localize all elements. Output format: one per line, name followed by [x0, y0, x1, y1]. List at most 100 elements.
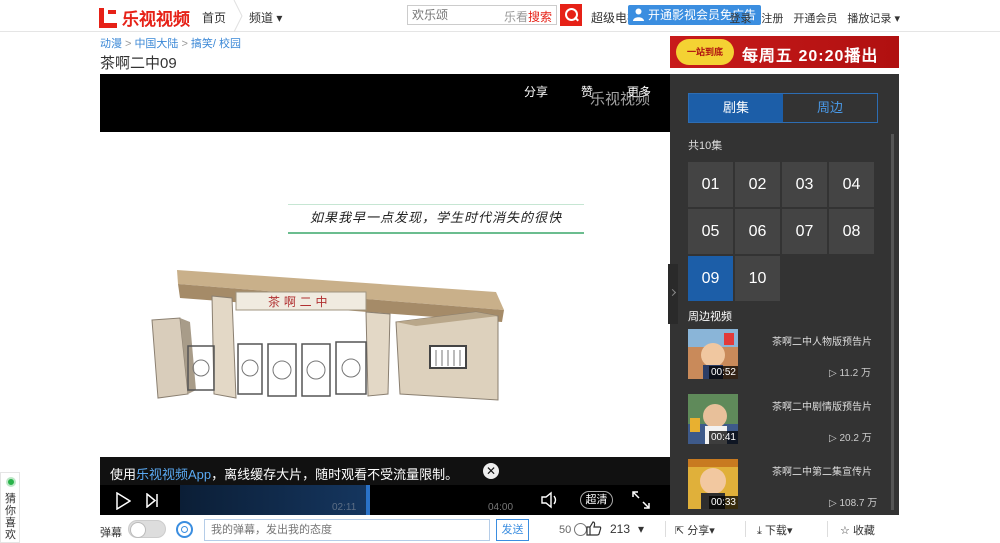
- open-vip-link[interactable]: 开通会员: [793, 10, 837, 26]
- promo-suffix: ，离线缓存大片，随时观看不受流量限制。: [211, 467, 459, 482]
- quality-button[interactable]: 超清: [580, 491, 613, 509]
- episode-button[interactable]: 05: [688, 209, 733, 254]
- episode-button-active[interactable]: 09: [688, 256, 733, 301]
- panel-collapse-button[interactable]: [668, 264, 678, 324]
- like-count: 213: [610, 521, 631, 536]
- video-thumbnail[interactable]: 00:41: [688, 394, 738, 444]
- video-player[interactable]: 分享 赞 更多 乐视视频 如果我早一点发现，学生时代消失的很快 茶 啊 二 中: [100, 74, 670, 515]
- danmu-send-button[interactable]: 发送: [496, 519, 529, 541]
- user-icon: [633, 8, 644, 21]
- video-views: ▷ 20.2 万: [829, 433, 872, 444]
- search-hot-hint[interactable]: 乐看搜索: [504, 8, 552, 25]
- top-links: 登录 注册 开通会员 播放记录 ▾: [729, 10, 900, 26]
- search-input[interactable]: [408, 6, 498, 24]
- tab-episodes[interactable]: 剧集: [689, 94, 783, 122]
- breadcrumb-separator: >: [181, 38, 188, 50]
- promo-app-link[interactable]: 乐视视频App: [136, 467, 211, 482]
- player-controls: 02:11 04:00 超清: [100, 485, 670, 515]
- gear-icon[interactable]: [176, 521, 193, 538]
- danmu-input[interactable]: [205, 520, 445, 540]
- logo-text: 乐视视频: [122, 10, 190, 29]
- episode-button[interactable]: 04: [829, 162, 874, 207]
- video-thumbnail[interactable]: 00:33: [688, 459, 738, 509]
- site-logo[interactable]: 乐视视频: [99, 5, 190, 30]
- breadcrumb-item[interactable]: 搞笑/ 校园: [191, 38, 241, 50]
- video-duration: 00:33: [708, 496, 738, 509]
- tab-nearby[interactable]: 周边: [783, 94, 877, 122]
- danmu-toggle[interactable]: [128, 520, 166, 538]
- history-menu[interactable]: 播放记录 ▾: [847, 10, 900, 26]
- share-icon: ⇱: [675, 525, 685, 537]
- video-title[interactable]: 茶啊二中人物版预告片: [772, 333, 872, 348]
- ad-banner[interactable]: 一站到底 每周五 20:20播出: [670, 36, 899, 68]
- video-thumbnail[interactable]: 00:52: [688, 329, 738, 379]
- danmu-label: 弹幕: [100, 527, 122, 539]
- breadcrumb-item[interactable]: 中国大陆: [134, 38, 178, 50]
- next-episode-button[interactable]: [146, 493, 159, 508]
- like-button[interactable]: 213 ▾: [586, 521, 644, 536]
- thumbs-up-icon: [586, 521, 602, 536]
- episode-button[interactable]: 10: [735, 256, 780, 301]
- close-icon[interactable]: ✕: [483, 463, 499, 479]
- chevron-down-icon: ▾: [276, 11, 283, 25]
- video-title[interactable]: 茶啊二中剧情版预告片: [772, 398, 872, 413]
- chevron-down-icon: ▾: [709, 525, 715, 537]
- history-label: 播放记录: [847, 13, 892, 25]
- side-tabs: 剧集 周边: [688, 93, 878, 123]
- side-panel-scrollbar[interactable]: [891, 134, 894, 510]
- episode-button[interactable]: 02: [735, 162, 780, 207]
- nav-channel-label: 频道: [249, 11, 274, 25]
- ad-text: 每周五 20:20播出: [742, 48, 879, 65]
- skip-next-icon: [146, 493, 158, 508]
- guess-you-like-widget[interactable]: 猜你喜欢: [0, 472, 20, 543]
- favorite-button[interactable]: ☆ 收藏: [840, 522, 875, 538]
- video-title[interactable]: 茶啊二中第二集宣传片: [772, 463, 872, 478]
- fullscreen-button[interactable]: [632, 491, 650, 509]
- divider: [665, 521, 666, 537]
- nav-separator-icon: [233, 0, 243, 32]
- episode-button[interactable]: 03: [782, 162, 827, 207]
- login-link[interactable]: 登录: [729, 10, 751, 26]
- video-views: ▷ 11.2 万: [829, 368, 871, 379]
- list-item[interactable]: 00:52 茶啊二中人物版预告片 ▷ 11.2 万: [688, 329, 888, 394]
- search-button[interactable]: [560, 4, 582, 26]
- divider: [827, 521, 828, 537]
- volume-button[interactable]: [541, 491, 561, 509]
- episode-button[interactable]: 08: [829, 209, 874, 254]
- video-views: ▷ 108.7 万: [829, 498, 878, 509]
- video-duration: 00:41: [708, 431, 738, 444]
- nav-channel-menu[interactable]: 频道 ▾: [249, 9, 282, 26]
- time-current: 02:11: [332, 502, 357, 513]
- breadcrumb: 动漫 > 中国大陆 > 搞笑/ 校园: [100, 35, 241, 51]
- chevron-down-icon: ▾: [786, 525, 793, 537]
- app-promo-bar[interactable]: 使用乐视视频App，离线缓存大片，随时观看不受流量限制。 ✕: [100, 457, 670, 485]
- play-icon: [116, 492, 131, 510]
- episode-button[interactable]: 06: [735, 209, 780, 254]
- search-box: 乐看搜索: [407, 5, 557, 25]
- breadcrumb-item[interactable]: 动漫: [100, 38, 122, 50]
- guess-you-like-label: 猜你喜欢: [5, 493, 16, 541]
- progress-handle[interactable]: [366, 485, 370, 515]
- video-duration: 00:52: [708, 366, 738, 379]
- search-hot-prefix: 乐看: [503, 10, 528, 24]
- download-button[interactable]: ⤓ 下载▾: [757, 522, 792, 538]
- breadcrumb-separator: >: [125, 38, 132, 50]
- episode-button[interactable]: 07: [782, 209, 827, 254]
- nearby-videos-title: 周边视频: [688, 311, 732, 323]
- episode-button[interactable]: 01: [688, 162, 733, 207]
- list-item[interactable]: 00:41 茶啊二中剧情版预告片 ▷ 20.2 万: [688, 394, 888, 459]
- ad-badge: 一站到底: [676, 39, 734, 65]
- promo-prefix: 使用: [110, 467, 137, 482]
- chevron-down-icon[interactable]: ▾: [638, 522, 644, 536]
- register-link[interactable]: 注册: [761, 10, 783, 26]
- player-share-button[interactable]: 分享: [524, 83, 548, 100]
- video-frame[interactable]: 如果我早一点发现，学生时代消失的很快 茶 啊 二 中: [100, 132, 670, 457]
- app-promo-text: 使用乐视视频App，离线缓存大片，随时观看不受流量限制。: [110, 464, 458, 483]
- page-title: 茶啊二中09: [100, 55, 177, 72]
- time-total: 04:00: [488, 502, 514, 513]
- share-button[interactable]: ⇱ 分享▾: [675, 522, 715, 538]
- episode-count: 共10集: [688, 140, 723, 152]
- star-icon: ☆: [840, 525, 850, 537]
- status-dot-icon: [6, 477, 16, 487]
- nav-home-link[interactable]: 首页: [202, 9, 226, 26]
